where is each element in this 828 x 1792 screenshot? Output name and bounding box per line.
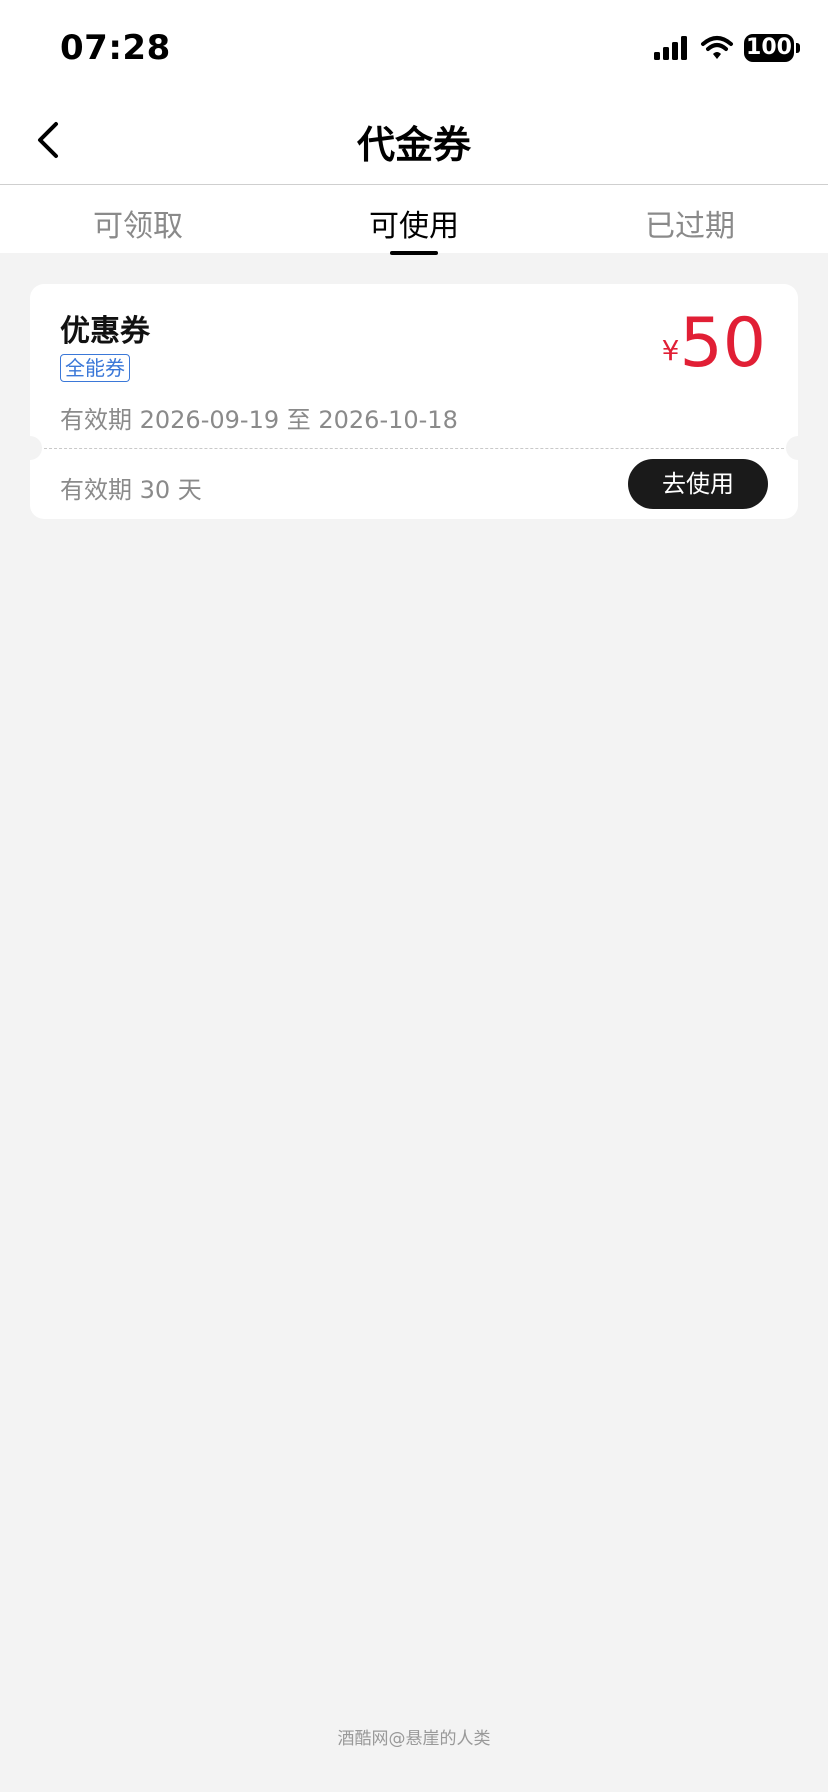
currency-symbol: ¥ (661, 334, 680, 367)
status-bar: 07:28 100 (0, 0, 828, 96)
tab-usable-label: 可使用 (369, 209, 459, 244)
tab-bar: 可领取 可使用 已过期 (0, 185, 828, 255)
status-icons: 100 (654, 34, 800, 62)
tab-claimable[interactable]: 可领取 (38, 201, 238, 245)
status-time: 07:28 (60, 28, 171, 68)
nav-bar: 代金券 (0, 96, 828, 185)
battery-tip (796, 43, 800, 53)
card-divider (44, 448, 784, 449)
battery-icon: 100 (744, 34, 800, 62)
coupon-amount: ¥50 (662, 304, 766, 383)
card-notch-right (786, 436, 810, 460)
coupon-value: 50 (679, 304, 766, 383)
coupon-validity-range: 有效期 2026-09-19 至 2026-10-18 (60, 406, 458, 434)
coupon-name: 优惠券 (60, 314, 150, 349)
tab-expired[interactable]: 已过期 (590, 201, 790, 245)
coupon-validity-days: 有效期 30 天 (60, 476, 202, 504)
card-notch-left (18, 436, 42, 460)
watermark: 酒酷网@悬崖的人类 (337, 1729, 491, 1749)
wifi-icon (701, 36, 733, 59)
coupon-badge: 全能券 (60, 354, 130, 382)
coupon-card: 优惠券 全能券 有效期 2026-09-19 至 2026-10-18 ¥50 … (18, 284, 810, 519)
battery-level: 100 (746, 35, 792, 60)
active-tab-indicator (390, 251, 438, 255)
use-coupon-button[interactable]: 去使用 (628, 459, 768, 509)
page-title: 代金券 (356, 123, 471, 167)
tab-usable[interactable]: 可使用 (314, 201, 514, 255)
signal-icon (654, 36, 687, 60)
